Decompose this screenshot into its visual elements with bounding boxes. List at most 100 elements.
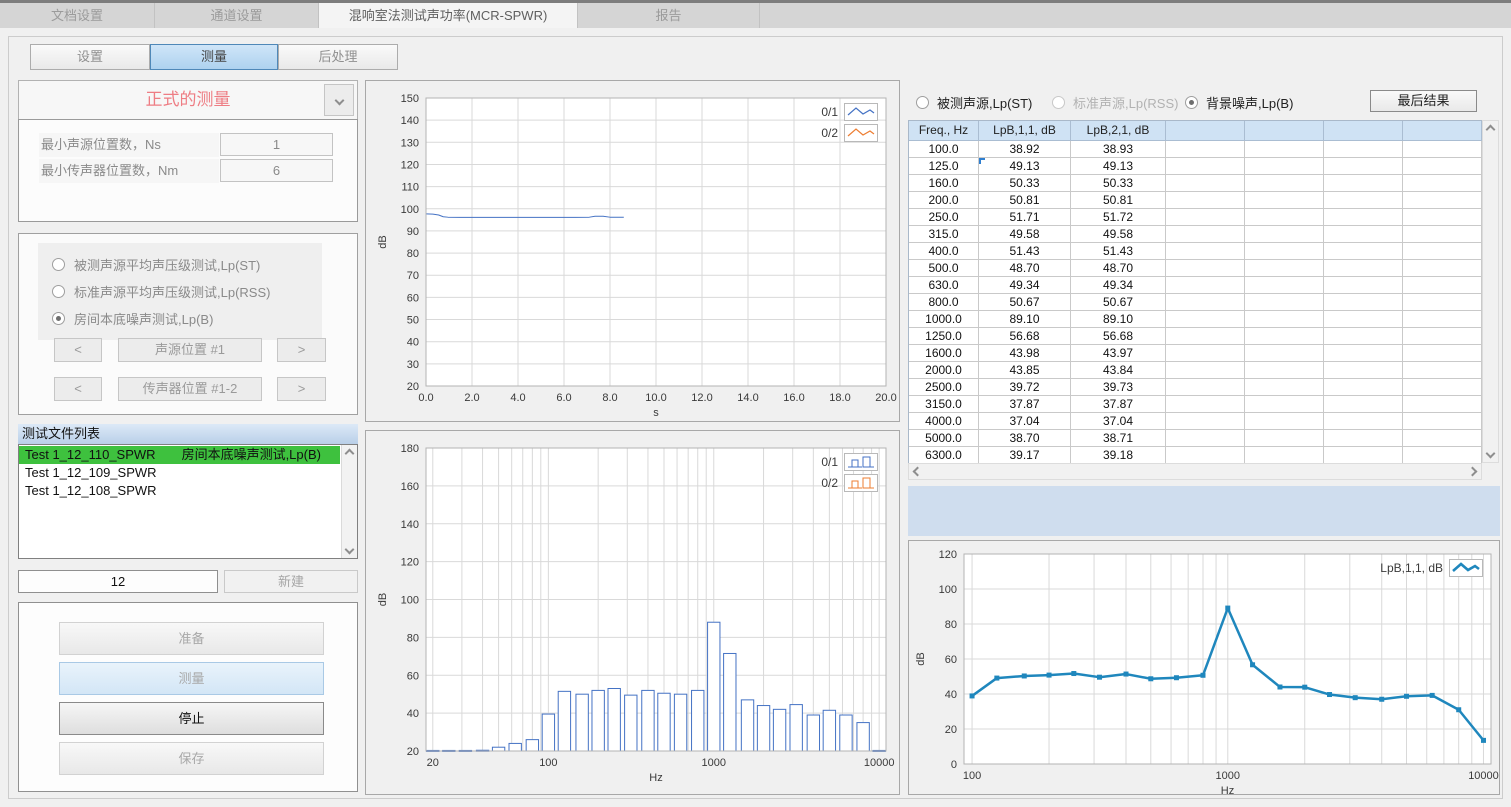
table-row[interactable]: 2000.043.8543.84 [909, 362, 1481, 379]
table-row[interactable]: 100.038.9238.93 [909, 141, 1481, 158]
cell: 43.97 [1071, 345, 1166, 362]
svg-text:90: 90 [407, 226, 419, 238]
svg-text:Hz: Hz [1221, 785, 1234, 796]
action-button-4[interactable]: 保存 [59, 742, 324, 775]
scroll-down-icon[interactable] [1486, 449, 1496, 459]
cell: 4000.0 [909, 413, 979, 430]
table-row[interactable]: 400.051.4351.43 [909, 243, 1481, 260]
radio-checked-icon[interactable] [52, 312, 65, 325]
action-button-2[interactable]: 测量 [59, 662, 324, 695]
cell: 48.70 [1071, 260, 1166, 277]
scroll-up-icon[interactable] [345, 449, 355, 459]
next-button[interactable]: > [277, 338, 326, 362]
radio-unchecked-icon[interactable] [52, 258, 65, 271]
cell [1245, 362, 1324, 379]
radio-unchecked-icon[interactable] [1052, 96, 1065, 109]
table-row[interactable]: 5000.038.7038.71 [909, 430, 1481, 447]
next-button[interactable]: > [277, 377, 326, 401]
scroll-right-icon[interactable] [1468, 467, 1478, 477]
table-row[interactable]: 160.050.3350.33 [909, 175, 1481, 192]
cell [1245, 413, 1324, 430]
cell: 160.0 [909, 175, 979, 192]
list-scrollbar[interactable] [341, 445, 357, 558]
cell [1403, 396, 1482, 413]
new-file-button[interactable]: 新建 [224, 570, 358, 593]
tab-1[interactable]: 文档设置 [0, 3, 155, 28]
legend: 0/10/2 [821, 453, 878, 492]
radio-unchecked-icon[interactable] [916, 96, 929, 109]
position-label-button[interactable]: 声源位置 #1 [118, 338, 262, 362]
cell [1324, 175, 1403, 192]
cell [1166, 447, 1245, 464]
scroll-down-icon[interactable] [345, 545, 355, 555]
table-horizontal-scrollbar[interactable] [908, 463, 1482, 480]
prev-button[interactable]: < [54, 377, 102, 401]
svg-text:16.0: 16.0 [783, 392, 804, 404]
legend-entry: 0/2 [821, 124, 878, 142]
final-result-button[interactable]: 最后结果 [1370, 90, 1477, 112]
table-row[interactable]: 250.051.7151.72 [909, 209, 1481, 226]
svg-text:100: 100 [963, 770, 981, 782]
ns-input[interactable]: 1 [220, 133, 333, 156]
list-item[interactable]: Test 1_12_110_SPWR房间本底噪声测试,Lp(B) [19, 446, 340, 464]
cell: 43.98 [979, 345, 1071, 362]
cell [1245, 345, 1324, 362]
table-row[interactable]: 1000.089.1089.10 [909, 311, 1481, 328]
cell: 38.92 [979, 141, 1071, 158]
result-source-radio[interactable]: 被测声源,Lp(ST) [916, 93, 1032, 112]
action-button-3[interactable]: 停止 [59, 702, 324, 735]
result-source-radio[interactable]: 标准声源,Lp(RSS) [1052, 93, 1178, 112]
table-row[interactable]: 2500.039.7239.73 [909, 379, 1481, 396]
table-row[interactable]: 200.050.8150.81 [909, 192, 1481, 209]
table-row[interactable]: 500.048.7048.70 [909, 260, 1481, 277]
tab-4[interactable]: 报告 [578, 3, 760, 28]
table-vertical-scrollbar[interactable] [1482, 120, 1499, 463]
time-history-chart-panel: 0.02.04.06.08.010.012.014.016.018.020.02… [365, 80, 900, 422]
tab-bar: 文档设置通道设置混响室法测试声功率(MCR-SPWR)报告 [0, 3, 1511, 28]
cell: 51.43 [979, 243, 1071, 260]
result-source-radio[interactable]: 背景噪声,Lp(B) [1185, 93, 1293, 112]
svg-text:180: 180 [401, 443, 419, 455]
dropdown-button[interactable] [324, 84, 354, 116]
radio-unchecked-icon[interactable] [52, 285, 65, 298]
radio-label: 标准声源平均声压级测试,Lp(RSS) [74, 282, 270, 301]
table-row[interactable]: 3150.037.8737.87 [909, 396, 1481, 413]
cell [1245, 175, 1324, 192]
test-type-option[interactable]: 被测声源平均声压级测试,Lp(ST) [52, 251, 322, 278]
svg-text:20: 20 [407, 746, 419, 758]
scroll-up-icon[interactable] [1486, 125, 1496, 135]
table-row[interactable]: 315.049.5849.58 [909, 226, 1481, 243]
cell [1245, 192, 1324, 209]
measurement-mode-dropdown[interactable]: 正式的测量 [18, 80, 358, 120]
prev-button[interactable]: < [54, 338, 102, 362]
svg-text:s: s [653, 407, 659, 419]
table-row[interactable]: 4000.037.0437.04 [909, 413, 1481, 430]
tab-3[interactable]: 混响室法测试声功率(MCR-SPWR) [319, 3, 578, 28]
list-item[interactable]: Test 1_12_109_SPWR [19, 464, 340, 482]
position-label-button[interactable]: 传声器位置 #1-2 [118, 377, 262, 401]
tab-2[interactable]: 通道设置 [155, 3, 319, 28]
file-count-button[interactable]: 12 [18, 570, 218, 593]
list-item[interactable]: Test 1_12_108_SPWR [19, 482, 340, 500]
table-row[interactable]: 630.049.3449.34 [909, 277, 1481, 294]
svg-text:120: 120 [401, 159, 419, 171]
cell: 49.58 [1071, 226, 1166, 243]
test-type-option[interactable]: 标准声源平均声压级测试,Lp(RSS) [52, 278, 322, 305]
test-type-option[interactable]: 房间本底噪声测试,Lp(B) [52, 305, 322, 332]
nm-input[interactable]: 6 [220, 159, 333, 182]
table-row[interactable]: 1250.056.6856.68 [909, 328, 1481, 345]
action-button-1[interactable]: 准备 [59, 622, 324, 655]
table-row[interactable]: 800.050.6750.67 [909, 294, 1481, 311]
table-row[interactable]: 125.049.1349.13 [909, 158, 1481, 175]
sub-tab-1[interactable]: 设置 [30, 44, 150, 70]
table-row[interactable]: 6300.039.1739.18 [909, 447, 1481, 464]
svg-text:1000: 1000 [702, 757, 726, 769]
svg-text:100: 100 [939, 584, 957, 596]
table-row[interactable]: 1600.043.9843.97 [909, 345, 1481, 362]
sub-tab-2[interactable]: 测量 [150, 44, 278, 70]
radio-checked-icon[interactable] [1185, 96, 1198, 109]
svg-text:100: 100 [401, 204, 419, 216]
scroll-left-icon[interactable] [913, 467, 923, 477]
sub-tab-3[interactable]: 后处理 [278, 44, 398, 70]
column-header: Freq., Hz [909, 121, 979, 141]
